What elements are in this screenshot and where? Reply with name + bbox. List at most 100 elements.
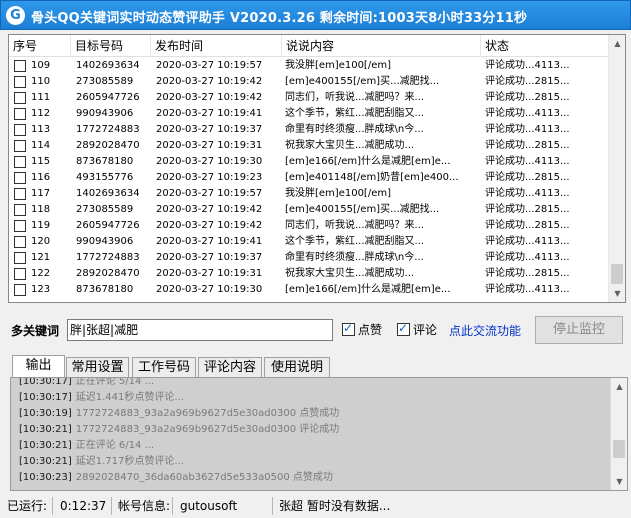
table-row[interactable]: 115 873678180 2020-03-27 10:19:30 [em]e166[… [9,154,609,170]
scroll-thumb[interactable] [613,440,625,458]
row-checkbox[interactable] [14,236,26,248]
window-title: 骨头QQ关键词实时动态赞评助手 V2020.3.26 剩余时间:1003天8小时… [31,11,528,26]
table-row[interactable]: 122 2892028470 2020-03-27 10:19:31 祝我家大宝贝生.… [9,266,609,282]
row-number: 114 [31,140,51,151]
row-checkbox[interactable] [14,156,26,168]
row-checkbox[interactable] [14,268,26,280]
log-timestamp: [10:30:17] [19,392,72,403]
stop-monitor-button[interactable]: 停止监控 [535,316,623,344]
row-target-number: 493155776 [76,172,134,183]
account-value: gutousoft [180,499,238,513]
row-content: 同志们，听我说...减肥吗？来... [285,92,425,103]
log-line: [10:30:21] 正在评论 6/14 ... [19,438,154,454]
row-publish-time: 2020-03-27 10:19:31 [156,140,263,151]
table-row[interactable]: 114 2892028470 2020-03-27 10:19:31 祝我家大宝贝生.… [9,138,609,154]
runtime-label: 已运行: [7,499,48,513]
row-target-number: 873678180 [76,284,134,295]
row-content: 祝我家大宝贝生...减肥成功... [285,140,415,151]
like-checkbox-box[interactable]: ✓ [342,321,355,336]
log-timestamp: [10:30:21] [19,456,72,467]
row-checkbox[interactable] [14,124,26,136]
keywords-input[interactable]: 胖|张超|减肥 [67,319,333,341]
title-bar: G 骨头QQ关键词实时动态赞评助手 V2020.3.26 剩余时间:1003天8… [0,0,631,30]
tab-common-settings[interactable]: 常用设置 [66,357,129,378]
row-checkbox[interactable] [14,204,26,216]
row-checkbox[interactable] [14,60,26,72]
scroll-up-arrow-icon[interactable]: ▲ [611,378,627,395]
row-content: [em]e400155[/em]买...减肥找... [285,76,440,87]
row-publish-time: 2020-03-27 10:19:37 [156,252,263,263]
row-target-number: 1772724883 [76,252,140,263]
scroll-down-arrow-icon[interactable]: ▼ [611,473,627,490]
row-status: 评论成功...2815... [485,172,570,183]
column-header-no[interactable]: 序号 [9,35,71,57]
comment-checkbox-box[interactable]: ✓ [397,321,410,336]
row-status: 评论成功...4113... [485,284,570,295]
row-number: 118 [31,204,51,215]
row-target-number: 2892028470 [76,268,140,279]
row-content: 这个季节，紫红...减肥刮脂又... [285,236,425,247]
table-row[interactable]: 110 273085589 2020-03-27 10:19:42 [em]e4001… [9,74,609,90]
table-row[interactable]: 120 990943906 2020-03-27 10:19:41 这个季节，紫红..… [9,234,609,250]
row-content: [em]e401148[/em]奶昔[em]e400... [285,172,459,183]
table-row[interactable]: 117 1402693634 2020-03-27 10:19:57 我没胖[em]e… [9,186,609,202]
row-status: 评论成功...4113... [485,60,570,71]
scroll-thumb[interactable] [611,264,623,284]
row-checkbox[interactable] [14,108,26,120]
like-checkbox[interactable]: ✓ 点赞 [342,321,382,338]
row-content: 命里有时终须瘦...胖成球\n今... [285,252,424,263]
row-target-number: 990943906 [76,236,134,247]
table-row[interactable]: 121 1772724883 2020-03-27 10:19:37 命里有时终须瘦.… [9,250,609,266]
row-status: 评论成功...4113... [485,108,570,119]
row-number: 117 [31,188,51,199]
row-number: 123 [31,284,51,295]
tab-instructions[interactable]: 使用说明 [264,357,330,378]
row-checkbox[interactable] [14,140,26,152]
table-row[interactable]: 116 493155776 2020-03-27 10:19:23 [em]e4011… [9,170,609,186]
column-header-content[interactable]: 说说内容 [282,35,481,57]
column-header-time[interactable]: 发布时间 [151,35,282,57]
scroll-down-arrow-icon[interactable]: ▼ [609,285,625,302]
row-status: 评论成功...2815... [485,140,570,151]
row-status: 评论成功...2815... [485,92,570,103]
check-icon: ✓ [343,321,354,335]
tab-work-accounts[interactable]: 工作号码 [132,357,196,378]
log-line: [10:30:19] 1772724883_93a2a969b9627d5e30a… [19,406,339,422]
row-status: 评论成功...4113... [485,252,570,263]
table-row[interactable]: 113 1772724883 2020-03-27 10:19:37 命里有时终须瘦.… [9,122,609,138]
table-row[interactable]: 111 2605947726 2020-03-27 10:19:42 同志们，听我说.… [9,90,609,106]
column-header-status[interactable]: 状态 [481,35,609,57]
table-row[interactable]: 109 1402693634 2020-03-27 10:19:57 我没胖[em]e… [9,58,609,74]
feature-chat-link[interactable]: 点此交流功能 [449,322,521,339]
row-checkbox[interactable] [14,188,26,200]
row-number: 116 [31,172,51,183]
table-scrollbar[interactable]: ▲ ▼ [608,35,625,302]
row-checkbox[interactable] [14,172,26,184]
results-table[interactable]: 序号 目标号码 发布时间 说说内容 状态 109 1402693634 2020-0… [8,34,626,303]
row-checkbox[interactable] [14,252,26,264]
keywords-label: 多关键词 [11,324,60,338]
log-scrollbar[interactable]: ▲ ▼ [610,378,627,490]
tab-output[interactable]: 输出 [12,355,65,378]
table-row[interactable]: 118 273085589 2020-03-27 10:19:42 [em]e4001… [9,202,609,218]
status-message: 张超 暂时没有数据... [279,499,391,513]
table-row[interactable]: 112 990943906 2020-03-27 10:19:41 这个季节，紫红..… [9,106,609,122]
row-content: 祝我家大宝贝生...减肥成功... [285,268,415,279]
row-checkbox[interactable] [14,220,26,232]
row-checkbox[interactable] [14,284,26,296]
row-publish-time: 2020-03-27 10:19:42 [156,76,263,87]
comment-checkbox[interactable]: ✓ 评论 [397,321,437,338]
table-row[interactable]: 119 2605947726 2020-03-27 10:19:42 同志们，听我说.… [9,218,609,234]
output-log[interactable]: [10:30:17] 正在评论 5/14 ... [10:30:17] 延迟1.441… [10,377,628,491]
tab-comment-content[interactable]: 评论内容 [198,357,262,378]
log-timestamp: [10:30:21] [19,440,72,451]
table-row[interactable]: 123 873678180 2020-03-27 10:19:30 [em]e166[… [9,282,609,298]
scroll-up-arrow-icon[interactable]: ▲ [609,35,625,52]
row-content: 我没胖[em]e100[/em] [285,60,392,71]
column-header-target[interactable]: 目标号码 [71,35,151,57]
row-checkbox[interactable] [14,76,26,88]
status-divider [52,497,53,515]
status-divider [272,497,273,515]
row-publish-time: 2020-03-27 10:19:30 [156,156,263,167]
row-checkbox[interactable] [14,92,26,104]
